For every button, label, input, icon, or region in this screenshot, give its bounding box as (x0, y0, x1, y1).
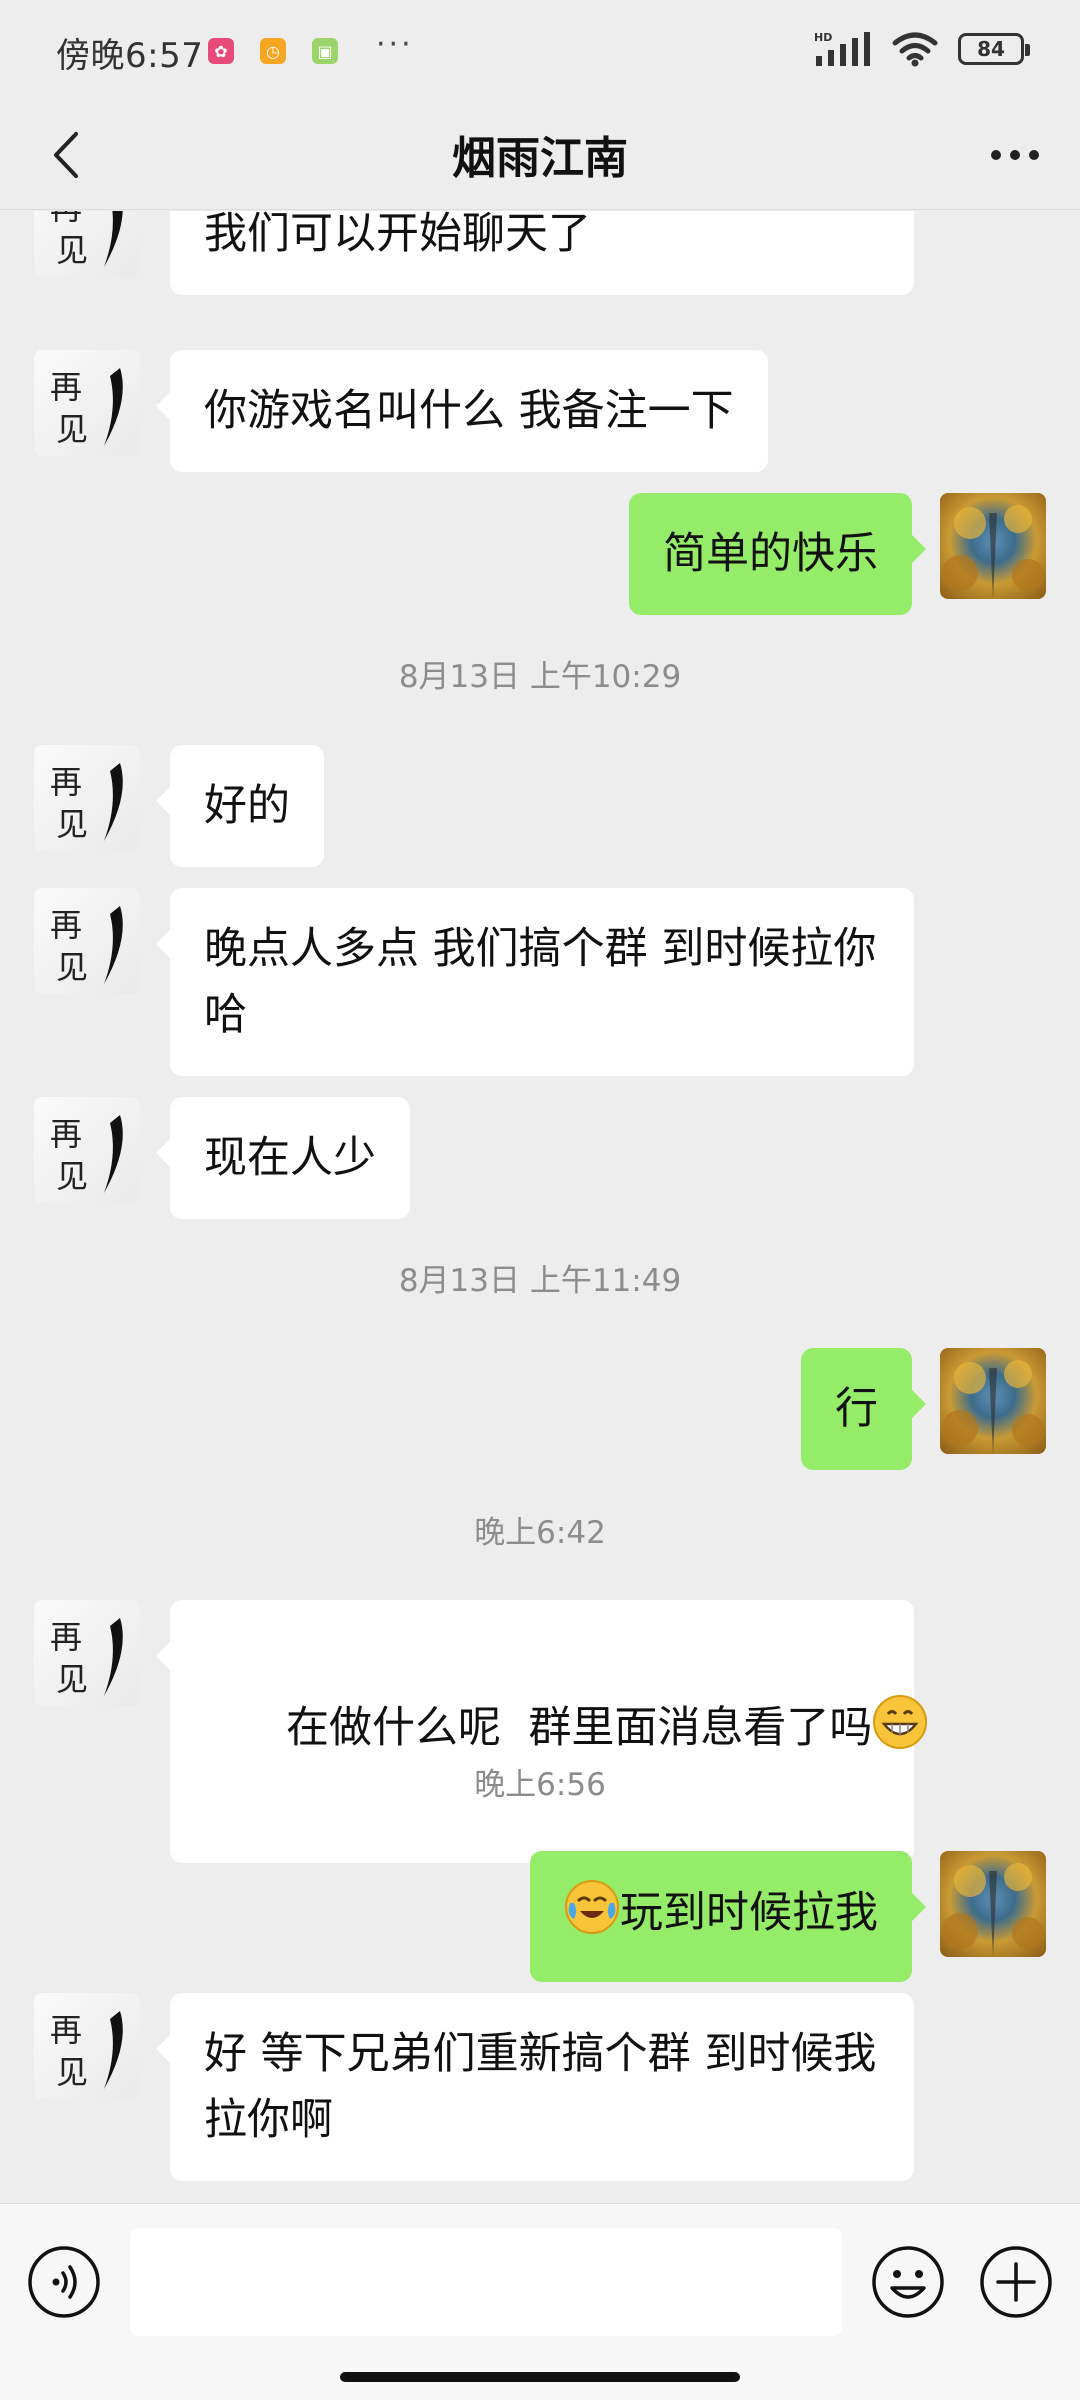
battery-level: 84 (977, 37, 1005, 61)
svg-text:见: 见 (56, 805, 88, 843)
plus-icon (980, 2246, 1052, 2318)
message-text: 现在人少 (204, 1133, 376, 1183)
message-text: 在做什么呢 群里面消息看了吗 (286, 1703, 873, 1753)
message-bubble[interactable]: 现在人少 (156, 1097, 410, 1219)
more-dots-icon (991, 150, 1039, 160)
contact-avatar[interactable]: 再见 (34, 745, 140, 851)
svg-text:见: 见 (56, 948, 88, 986)
timestamp: 8月13日 上午11:49 (398, 1263, 682, 1299)
svg-text:再: 再 (50, 1115, 82, 1153)
svg-text:见: 见 (56, 1660, 88, 1698)
contact-avatar[interactable]: 再见 (34, 211, 140, 277)
svg-text:再: 再 (50, 368, 82, 406)
more-notifications-icon: ··· (376, 26, 414, 62)
svg-text:HD: HD (814, 31, 832, 44)
message-list[interactable]: 再见 我们可以开始聊天了 再见 你游戏名叫什么 我备注一下 简单的快乐 8月13… (0, 211, 1080, 2203)
message-bubble[interactable]: 玩到时候拉我 (530, 1851, 926, 1982)
self-avatar[interactable] (940, 1851, 1046, 1957)
notification-icons: ✿ ◷ ▣ ··· (208, 27, 414, 64)
message-bubble[interactable]: 你游戏名叫什么 我备注一下 (156, 350, 768, 472)
message-bubble[interactable]: 好 等下兄弟们重新搞个群 到时候我拉你啊 (156, 1993, 914, 2181)
grinning-face-icon (872, 1694, 928, 1769)
laughing-crying-face-icon (564, 1879, 620, 1954)
message-text: 晚点人多点 我们搞个群 到时候拉你哈 (204, 924, 877, 1040)
svg-text:见: 见 (56, 1157, 88, 1195)
svg-text:再: 再 (50, 1618, 82, 1656)
timestamp: 晚上6:42 (474, 1515, 606, 1551)
clock-app-icon: ◷ (260, 38, 286, 64)
self-avatar[interactable] (940, 1348, 1046, 1454)
battery-icon: 84 (958, 33, 1030, 65)
message-bubble[interactable]: 我们可以开始聊天了 (170, 211, 914, 295)
message-bubble[interactable]: 晚点人多点 我们搞个群 到时候拉你哈 (156, 888, 914, 1076)
message-bubble[interactable]: 好的 (156, 745, 324, 867)
more-functions-button[interactable] (978, 2244, 1054, 2320)
timestamp: 晚上6:56 (474, 1767, 606, 1803)
message-bubble[interactable]: 简单的快乐 (629, 493, 926, 615)
svg-text:见: 见 (56, 231, 88, 269)
emoji-icon (872, 2246, 944, 2318)
status-time: 傍晚6:57 (56, 36, 204, 76)
image-app-icon: ▣ (312, 38, 338, 64)
contact-avatar[interactable]: 再见 (34, 1097, 140, 1203)
contact-avatar[interactable]: 再见 (34, 1600, 140, 1706)
chat-title: 烟雨江南 (452, 133, 628, 184)
svg-text:再: 再 (50, 2011, 82, 2049)
input-bar (0, 2203, 1080, 2400)
contact-avatar[interactable]: 再见 (34, 1993, 140, 2099)
message-text: 我们可以开始聊天了 (204, 211, 591, 259)
message-text: 玩到时候拉我 (620, 1888, 878, 1938)
message-text: 好 等下兄弟们重新搞个群 到时候我拉你啊 (204, 2029, 877, 2145)
message-bubble[interactable]: 行 (801, 1348, 926, 1470)
message-bubble[interactable]: 在做什么呢 群里面消息看了吗 (156, 1600, 928, 1863)
message-text: 行 (835, 1384, 878, 1434)
message-text: 你游戏名叫什么 我备注一下 (204, 386, 734, 436)
app-notification-icon: ✿ (208, 38, 234, 64)
message-text: 好的 (204, 781, 290, 831)
svg-text:再: 再 (50, 906, 82, 944)
svg-text:再: 再 (50, 211, 82, 227)
wifi-icon (892, 32, 938, 67)
contact-avatar[interactable]: 再见 (34, 350, 140, 456)
timestamp: 8月13日 上午10:29 (398, 659, 682, 695)
voice-icon (28, 2246, 100, 2318)
more-options-button[interactable] (980, 120, 1050, 190)
status-bar: 傍晚6:57 ✿ ◷ ▣ ··· HD 84 (0, 0, 1080, 100)
chat-header: 烟雨江南 (0, 100, 1080, 210)
self-avatar[interactable] (940, 493, 1046, 599)
contact-avatar[interactable]: 再见 (34, 888, 140, 994)
svg-text:见: 见 (56, 2053, 88, 2091)
svg-text:再: 再 (50, 763, 82, 801)
svg-text:见: 见 (56, 410, 88, 448)
system-icons: HD 84 (814, 30, 1030, 68)
emoji-button[interactable] (870, 2244, 946, 2320)
voice-button[interactable] (26, 2244, 102, 2320)
message-input[interactable] (130, 2228, 842, 2336)
message-text: 简单的快乐 (663, 529, 878, 579)
signal-icon: HD (814, 31, 870, 66)
home-indicator[interactable] (340, 2372, 740, 2382)
